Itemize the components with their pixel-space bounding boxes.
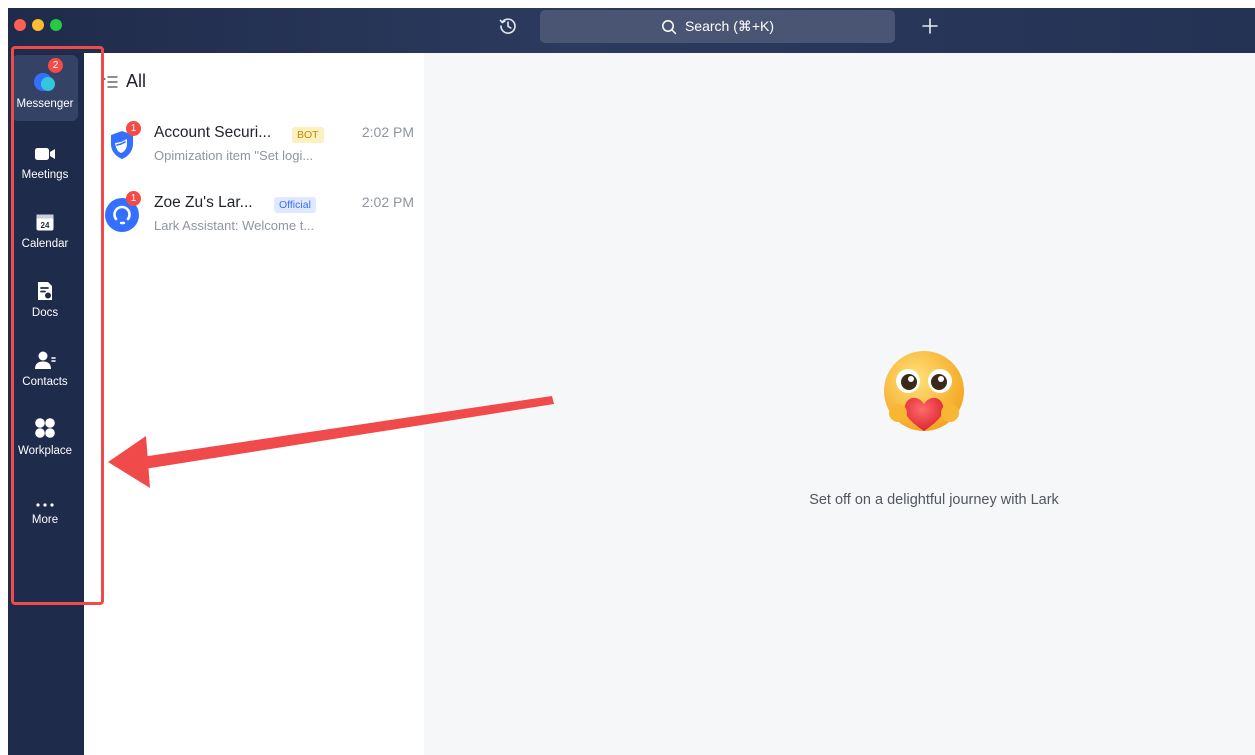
search-bar[interactable]: Search (⌘+K) xyxy=(540,10,895,43)
history-button[interactable] xyxy=(496,14,520,38)
unread-badge: 1 xyxy=(126,121,141,136)
official-tag: Official xyxy=(274,197,316,213)
bot-tag: BOT xyxy=(292,127,324,143)
chat-preview: Lark Assistant: Welcome t... xyxy=(154,218,315,233)
calendar-icon: 24 xyxy=(36,214,54,231)
sidebar-item-label: Workplace xyxy=(17,445,73,457)
create-button[interactable] xyxy=(916,12,944,40)
docs-icon xyxy=(38,282,52,300)
chat-list: All 1 Account Securi... BOT 2:02 PM Opim… xyxy=(84,53,424,755)
messenger-unread-badge: 2 xyxy=(48,58,63,73)
search-icon xyxy=(662,19,677,34)
sidebar-item-meetings[interactable]: Meetings xyxy=(12,126,78,192)
sidebar-item-calendar[interactable]: 24 Calendar xyxy=(12,195,78,261)
video-camera-icon xyxy=(35,148,55,160)
close-window-button[interactable] xyxy=(14,19,26,31)
chat-preview: Opimization item "Set logi... xyxy=(154,148,314,163)
workplace-icon xyxy=(35,418,55,438)
chat-item-account-security[interactable]: 1 Account Securi... BOT 2:02 PM Opimizat… xyxy=(98,120,414,184)
heart-hug-emoji-icon xyxy=(884,351,964,431)
calendar-day-number: 24 xyxy=(41,221,50,230)
sidebar-item-messenger[interactable]: 2 Messenger xyxy=(12,55,78,121)
empty-state-text: Set off on a delightful journey with Lar… xyxy=(809,492,1059,508)
sidebar-item-more[interactable]: More xyxy=(12,471,78,537)
unread-badge: 1 xyxy=(126,191,141,206)
sidebar-item-docs[interactable]: Docs xyxy=(12,264,78,330)
chat-time: 2:02 PM xyxy=(361,124,414,140)
chat-name: Account Securi... xyxy=(154,124,272,141)
sidebar-nav: 2 Messenger Meetings 24 Calendar Docs Co… xyxy=(8,53,84,755)
title-bar: Search (⌘+K) xyxy=(8,8,1255,53)
sidebar-item-label: Meetings xyxy=(21,169,69,181)
zoom-window-button[interactable] xyxy=(50,19,62,31)
minimize-window-button[interactable] xyxy=(32,19,44,31)
sidebar-item-label: Messenger xyxy=(16,98,74,110)
chat-time: 2:02 PM xyxy=(361,194,414,210)
more-icon xyxy=(36,503,54,507)
sidebar-item-label: Calendar xyxy=(21,238,69,250)
filter-list-icon xyxy=(103,75,118,88)
sidebar-item-workplace[interactable]: Workplace xyxy=(12,402,78,468)
chat-item-lark-assistant[interactable]: 1 Zoe Zu's Lar... Official 2:02 PM Lark … xyxy=(98,190,414,254)
chat-name: Zoe Zu's Lar... xyxy=(154,194,253,211)
plus-icon xyxy=(922,18,938,34)
sidebar-item-contacts[interactable]: Contacts xyxy=(12,333,78,399)
contacts-icon xyxy=(35,351,56,369)
sidebar-item-label: More xyxy=(31,514,59,526)
chat-filter-label: All xyxy=(126,71,147,91)
lark-window: Search (⌘+K) 2 Messenger Meetings 24 Cal… xyxy=(8,8,1255,755)
search-label: Search (⌘+K) xyxy=(684,18,775,34)
history-icon xyxy=(499,18,516,34)
sidebar-item-label: Contacts xyxy=(22,376,68,388)
chat-filter-header[interactable]: All xyxy=(102,71,146,92)
sidebar-item-label: Docs xyxy=(31,307,59,319)
main-panel: Set off on a delightful journey with Lar… xyxy=(424,53,1255,755)
